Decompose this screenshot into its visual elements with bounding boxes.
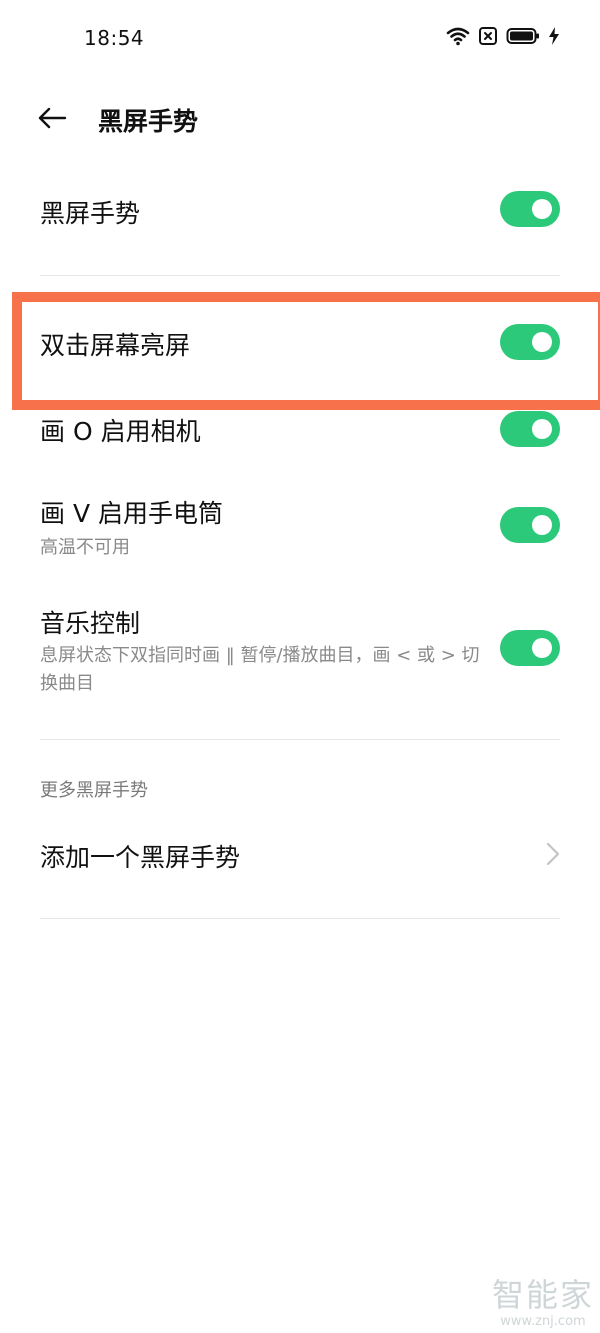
status-icons — [446, 26, 560, 46]
chevron-right-icon — [540, 842, 564, 866]
status-bar: 18:54 — [0, 0, 600, 76]
setting-title: 双击屏幕亮屏 — [40, 331, 191, 360]
divider — [40, 739, 560, 740]
setting-title: 画 O 启用相机 — [40, 417, 201, 446]
page-title: 黑屏手势 — [98, 107, 199, 136]
setting-title: 黑屏手势 — [40, 199, 141, 228]
setting-row-draw-v-flashlight[interactable]: 画 V 启用手电筒 高温不可用 — [0, 490, 600, 570]
status-time: 18:54 — [84, 26, 145, 50]
watermark-brand: 智能家 — [491, 1276, 594, 1314]
toggle-switch[interactable] — [500, 324, 560, 360]
toggle-knob — [532, 515, 552, 535]
setting-subtitle: 高温不可用 — [40, 537, 130, 558]
sim-off-icon — [478, 26, 498, 46]
setting-row-music-control[interactable]: 音乐控制 息屏状态下双指同时画 ‖ 暂停/播放曲目，画 < 或 > 切换曲目 — [0, 600, 600, 710]
toggle-knob — [532, 419, 552, 439]
setting-title: 音乐控制 — [40, 609, 141, 638]
setting-subtitle: 息屏状态下双指同时画 ‖ 暂停/播放曲目，画 < 或 > 切换曲目 — [40, 645, 480, 694]
divider — [40, 918, 560, 919]
battery-icon — [506, 26, 540, 46]
toggle-knob — [532, 332, 552, 352]
divider — [40, 275, 560, 276]
add-gesture-item[interactable]: 添加一个黑屏手势 — [0, 824, 600, 884]
toggle-knob — [532, 199, 552, 219]
toggle-switch[interactable] — [500, 507, 560, 543]
back-arrow-icon — [37, 107, 67, 133]
toggle-switch[interactable] — [500, 411, 560, 447]
charging-icon — [548, 26, 560, 46]
setting-title: 画 V 启用手电筒 — [40, 499, 223, 528]
watermark-url: www.znj.com — [500, 1314, 586, 1329]
toggle-switch[interactable] — [500, 630, 560, 666]
add-gesture-label: 添加一个黑屏手势 — [40, 843, 241, 872]
wifi-icon — [446, 26, 470, 46]
back-button[interactable] — [30, 98, 74, 142]
toggle-switch[interactable] — [500, 191, 560, 227]
watermark: 智能家 www.znj.com — [488, 1270, 598, 1329]
header: 黑屏手势 — [0, 92, 600, 148]
setting-row-double-tap-wake[interactable]: 双击屏幕亮屏 — [0, 312, 600, 372]
toggle-knob — [532, 638, 552, 658]
section-label-more-gestures: 更多黑屏手势 — [40, 780, 148, 801]
setting-row-draw-o-camera[interactable]: 画 O 启用相机 — [0, 400, 600, 460]
setting-row-screen-off-gestures[interactable]: 黑屏手势 — [0, 180, 600, 240]
